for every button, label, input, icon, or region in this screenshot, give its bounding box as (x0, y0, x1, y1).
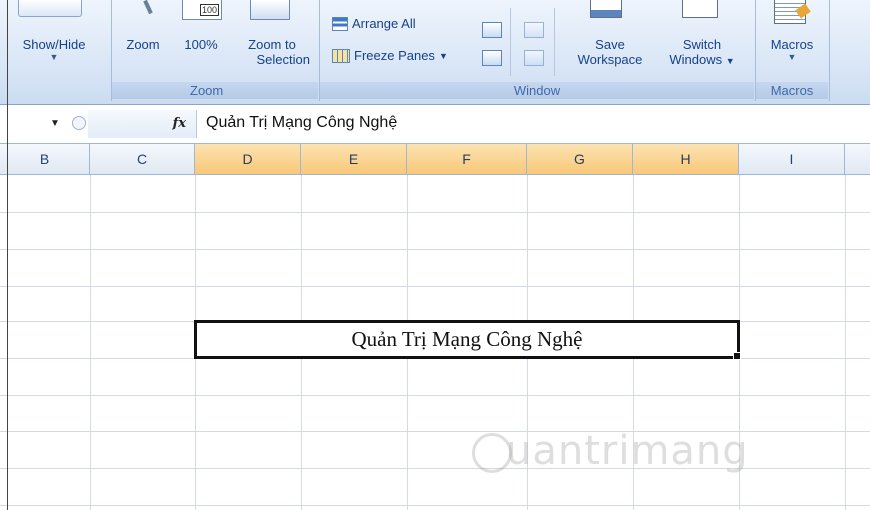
grid-line (0, 286, 870, 287)
insert-function-icon[interactable]: fx (173, 116, 186, 131)
save-workspace-icon (590, 0, 622, 18)
grid-line (0, 395, 870, 396)
grid-line (845, 175, 846, 510)
chevron-down-icon: ▼ (438, 50, 448, 61)
name-box-dropdown-icon[interactable]: ▼ (50, 118, 60, 129)
freeze-panes-button[interactable]: Freeze Panes ▼ (332, 48, 448, 63)
macros-label: Macros (770, 37, 814, 52)
chevron-down-icon: ▼ (787, 52, 797, 62)
grid-line (0, 212, 870, 213)
magnifier-icon (143, 0, 153, 15)
divider (510, 8, 511, 76)
zoom-to-selection-icon (250, 0, 290, 20)
macros-group: Macros ▼ Macros (756, 0, 828, 101)
column-header-h[interactable]: H (633, 144, 739, 174)
switch-windows-button[interactable]: Switch Windows ▼ (654, 37, 750, 69)
show-hide-group: Show/Hide ▼ (0, 0, 110, 101)
grid-line (0, 505, 870, 506)
zoom-to-selection-label-1: Zoom to (248, 37, 296, 52)
chevron-down-icon: ▼ (49, 52, 59, 62)
column-header-d[interactable]: D (195, 144, 301, 174)
grid-line (90, 175, 91, 510)
zoom-to-selection-label-2: Selection (256, 52, 310, 67)
split-icon[interactable] (482, 50, 502, 66)
hundred-percent-icon: 100 (182, 0, 222, 20)
column-headers: B C D E F G H I (0, 144, 870, 175)
column-header-e[interactable]: E (301, 144, 407, 174)
grid-line (0, 249, 870, 250)
switch-windows-icon (682, 0, 718, 18)
view-side-by-side-icon[interactable] (524, 22, 544, 38)
group-separator (829, 0, 830, 101)
macros-group-label: Macros (756, 82, 828, 99)
hundred-percent-label: 100% (184, 37, 218, 52)
cell-value: Quản Trị Mạng Công Nghệ (351, 327, 583, 351)
fx-area: fx (88, 110, 197, 138)
formula-input[interactable]: Quản Trị Mạng Công Nghệ (206, 114, 397, 132)
column-header-b[interactable]: B (0, 144, 90, 174)
reset-window-icon[interactable] (524, 50, 544, 66)
switch-windows-text: Windows (669, 52, 723, 67)
divider (554, 8, 555, 76)
zoom-group-label: Zoom (112, 82, 318, 99)
freeze-panes-icon (332, 48, 350, 63)
pencil-icon (795, 3, 811, 19)
fill-handle[interactable] (733, 352, 741, 360)
arrange-all-label: Arrange All (352, 16, 416, 31)
ribbon: Show/Hide ▼ Zoom 100 100% Zoom to Select… (0, 0, 870, 105)
zoom-label: Zoom (126, 37, 160, 52)
window-group-label: Window (320, 82, 754, 99)
window-left-edge (0, 0, 8, 510)
switch-windows-label-1: Switch (682, 37, 722, 52)
show-hide-icon (18, 0, 82, 17)
show-hide-label: Show/Hide (22, 37, 86, 52)
switch-windows-label-2: Windows ▼ (654, 52, 750, 69)
macros-button[interactable]: Macros ▼ (760, 37, 824, 62)
save-workspace-label-2: Workspace (577, 52, 643, 67)
column-header-i[interactable]: I (739, 144, 845, 174)
save-workspace-button[interactable]: Save Workspace (566, 37, 654, 67)
hundred-badge: 100 (199, 4, 219, 16)
column-header-g[interactable]: G (527, 144, 633, 174)
chevron-down-icon: ▼ (725, 56, 735, 66)
freeze-panes-label: Freeze Panes (354, 48, 435, 63)
formula-bar-expand-icon[interactable] (72, 116, 86, 130)
hundred-percent-button[interactable]: 100% (178, 37, 224, 52)
show-hide-button[interactable]: Show/Hide ▼ (4, 37, 104, 62)
macros-icon (774, 0, 811, 24)
watermark-logo: uantrimang (472, 428, 749, 474)
selected-merged-cell[interactable]: Quản Trị Mạng Công Nghệ (194, 320, 741, 360)
window-group: Arrange All Freeze Panes ▼ Save Workspac… (320, 0, 754, 101)
watermark-text: uantrimang (506, 428, 749, 474)
zoom-group: Zoom 100 100% Zoom to Selection Zoom (112, 0, 318, 101)
window-border (7, 0, 8, 510)
zoom-button[interactable]: Zoom (116, 37, 170, 52)
column-header-f[interactable]: F (407, 144, 527, 174)
new-window-icon[interactable] (482, 22, 502, 38)
zoom-to-selection-button[interactable]: Zoom to Selection (232, 37, 312, 67)
arrange-all-icon (332, 16, 348, 31)
save-workspace-label-1: Save (595, 37, 625, 52)
formula-bar: ▼ fx Quản Trị Mạng Công Nghệ (0, 105, 870, 144)
column-header-c[interactable]: C (90, 144, 195, 174)
arrange-all-button[interactable]: Arrange All (332, 16, 416, 31)
